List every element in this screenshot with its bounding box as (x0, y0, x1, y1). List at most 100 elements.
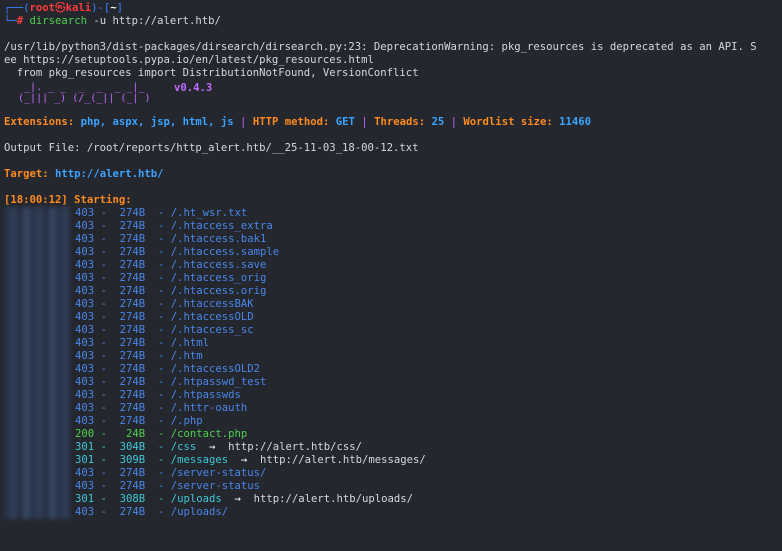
prompt-line-2: └─# dirsearch -u http://alert.htb/ (4, 15, 221, 27)
redirect-url: http://alert.htb/css/ (228, 441, 363, 453)
status-code: 403 (75, 376, 95, 388)
banner-version: v0.4.3 (174, 82, 213, 94)
result-path: /.htaccess_extra (170, 220, 273, 232)
response-size: 309B (119, 454, 146, 466)
result-path: /contact.php (170, 428, 248, 440)
result-row: 403 - 274B - /.htpasswds (75, 389, 241, 401)
redirect-url: http://alert.htb/messages/ (259, 454, 426, 466)
response-size: 274B (119, 467, 146, 479)
result-list: 403 - 274B - /.ht_wsr.txt 403 - 274B - /.… (4, 207, 780, 519)
result-row: 403 - 274B - /.httr-oauth (75, 402, 248, 414)
result-path: /.htaccess.save (170, 259, 267, 271)
result-row: 403 - 274B - /.htm (75, 350, 203, 362)
status-code: 403 (75, 363, 95, 375)
result-row: 403 - 274B - /.htaccess.bak1 (75, 233, 267, 245)
result-path: /.htaccessOLD2 (170, 363, 260, 375)
banner-logo: _|. _ _ _ _ _ _|_ (_||| _) (/_(_|| (_| ) (12, 82, 151, 104)
result-path: /server-status (170, 480, 260, 492)
result-row: 403 - 274B - /.ht_wsr.txt (75, 207, 248, 219)
result-path: /.ht_wsr.txt (170, 207, 248, 219)
starting-line: [18:00:12] Starting: (4, 194, 132, 206)
result-row: 403 - 274B - /.php (75, 415, 203, 427)
status-code: 403 (75, 298, 95, 310)
result-row: 403 - 274B - /.htpasswd_test (75, 376, 267, 388)
result-row: 403 - 274B - /.htaccess_sc (75, 324, 254, 336)
prompt-line-1: ┌──(root㉿kali)-[~] (4, 2, 124, 14)
status-code: 403 (75, 467, 95, 479)
response-size: 308B (119, 493, 146, 505)
response-size: 274B (119, 246, 146, 258)
result-row: 403 - 274B - /.htaccess.orig (75, 285, 267, 297)
result-row: 403 - 274B - /uploads/ (75, 506, 229, 518)
status-code: 403 (75, 285, 95, 297)
result-row: 200 - 24B - /contact.php (75, 428, 248, 440)
response-size: 274B (119, 389, 146, 401)
status-code: 403 (75, 350, 95, 362)
response-size: 274B (119, 506, 146, 518)
result-path: /.htaccess_orig (170, 272, 267, 284)
result-path: /.htaccess.sample (170, 246, 280, 258)
terminal-output[interactable]: ┌──(root㉿kali)-[~] └─# dirsearch -u http… (4, 2, 780, 519)
response-size: 274B (119, 259, 146, 271)
response-size: 274B (119, 363, 146, 375)
target-url: http://alert.htb/ (55, 168, 164, 180)
status-code: 403 (75, 389, 95, 401)
method-value: GET (335, 116, 355, 128)
results-block: [18:00:12] Starting: 403 - 274B - /.ht_w… (4, 194, 780, 519)
status-code: 403 (75, 506, 95, 518)
warning-line-3: from pkg_resources import DistributionNo… (4, 67, 419, 79)
status-code: 403 (75, 259, 95, 271)
response-size: 274B (119, 298, 146, 310)
response-size: 24B (119, 428, 146, 440)
prompt-user: root (29, 2, 56, 14)
result-row: 403 - 274B - /server-status (75, 480, 260, 492)
result-row: 301 - 308B - /uploads → http://alert.htb… (75, 493, 414, 505)
response-size: 274B (119, 220, 146, 232)
result-path: /.htaccess_sc (170, 324, 254, 336)
result-path: /uploads/ (170, 506, 229, 518)
response-size: 274B (119, 415, 146, 427)
result-path: /server-status/ (170, 467, 267, 479)
result-row: 403 - 274B - /.htaccess_orig (75, 272, 267, 284)
result-row: 403 - 274B - /.htaccessOLD2 (75, 363, 260, 375)
redirect-url: http://alert.htb/uploads/ (253, 493, 414, 505)
response-size: 274B (119, 480, 146, 492)
result-path: /.htpasswd_test (170, 376, 267, 388)
command-name: dirsearch (29, 15, 87, 27)
prompt-symbol: ㉿ (55, 2, 66, 14)
redacted-timestamps (4, 207, 70, 519)
result-path: /.htpasswds (170, 389, 241, 401)
result-row: 403 - 274B - /server-status/ (75, 467, 267, 479)
response-size: 274B (119, 207, 146, 219)
result-row: 403 - 274B - /.htaccess_extra (75, 220, 273, 232)
response-size: 274B (119, 311, 146, 323)
status-code: 301 (75, 454, 95, 466)
result-path: /.htaccessBAK (170, 298, 254, 310)
result-path: /uploads (170, 493, 222, 505)
result-row: 403 - 274B - /.htaccess.save (75, 259, 267, 271)
status-code: 403 (75, 207, 95, 219)
result-row: 403 - 274B - /.htaccessBAK (75, 298, 254, 310)
extensions-value: php, aspx, jsp, html, js (80, 116, 234, 128)
result-path: /messages (170, 454, 229, 466)
result-path: /.htaccess.orig (170, 285, 267, 297)
result-path: /.php (170, 415, 203, 427)
status-code: 403 (75, 233, 95, 245)
response-size: 274B (119, 233, 146, 245)
response-size: 274B (119, 376, 146, 388)
result-path: /css (170, 441, 197, 453)
status-code: 403 (75, 272, 95, 284)
status-code: 301 (75, 441, 95, 453)
result-row: 301 - 304B - /css → http://alert.htb/css… (75, 441, 363, 453)
status-code: 200 (75, 428, 95, 440)
status-code: 301 (75, 493, 95, 505)
response-size: 274B (119, 272, 146, 284)
result-row: 403 - 274B - /.htaccess.sample (75, 246, 280, 258)
result-row: 403 - 274B - /.htaccessOLD (75, 311, 254, 323)
dirsearch-banner: _|. _ _ _ _ _ _|_ (_||| _) (/_(_|| (_| )… (4, 80, 780, 116)
result-path: /.httr-oauth (170, 402, 248, 414)
response-size: 304B (119, 441, 146, 453)
response-size: 274B (119, 285, 146, 297)
result-row: 403 - 274B - /.html (75, 337, 209, 349)
result-row: 301 - 309B - /messages → http://alert.ht… (75, 454, 426, 466)
